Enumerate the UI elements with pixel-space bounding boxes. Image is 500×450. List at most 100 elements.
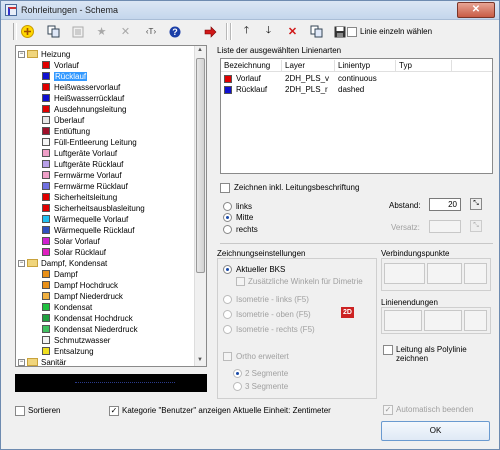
move-up-icon[interactable]: 🡑 (238, 23, 255, 40)
tree-item[interactable]: Dampf Niederdruck (42, 291, 123, 302)
tree-item[interactable]: Ausdehnungsleitung (42, 104, 127, 115)
tree-item[interactable]: Entsalzung (42, 346, 94, 357)
delete-icon[interactable]: ✕ (284, 23, 301, 40)
help-icon[interactable]: ? (166, 23, 183, 40)
scroll-thumb[interactable] (196, 58, 205, 273)
tree-item[interactable]: Schmutzwasser (42, 335, 110, 346)
tree-item-label: Dampf Niederdruck (54, 292, 123, 301)
scroll-down-icon[interactable]: ▼ (197, 357, 203, 363)
tree-item[interactable]: Luftgeräte Vorlauf (42, 148, 117, 159)
tree-category[interactable]: − Dampf, Kondensat (18, 258, 107, 269)
tree-item[interactable]: Kondensat Hochdruck (42, 313, 133, 324)
connection-settings-button (464, 263, 487, 284)
copy-icon[interactable] (45, 23, 62, 40)
tree-item[interactable]: Wärmequelle Vorlauf (42, 214, 128, 225)
tree-item[interactable]: Wärmequelle Rücklauf (42, 225, 134, 236)
iso-right-radio (223, 325, 232, 334)
tree-item[interactable]: Vorlauf (42, 60, 79, 71)
close-button[interactable]: ✕ (457, 2, 495, 18)
tree-scrollbar[interactable]: ▲ ▼ (194, 46, 206, 366)
color-swatch (42, 94, 50, 103)
tree-item[interactable]: Sicherheitsleitung (42, 192, 117, 203)
tree-item[interactable]: Solar Rücklauf (42, 247, 106, 258)
tree-category[interactable]: − Sanitär (18, 357, 66, 366)
add-icon[interactable] (19, 23, 36, 40)
text-offset-icon[interactable]: ‹T› (140, 23, 162, 40)
color-swatch (42, 281, 50, 290)
column-header[interactable]: Layer (285, 61, 305, 70)
line-end-end-button (424, 310, 462, 331)
table-cell-layer[interactable]: 2DH_PLS_r (285, 85, 328, 94)
column-header[interactable]: Linientyp (338, 61, 370, 70)
color-swatch (42, 193, 50, 202)
distance-label: Abstand: (389, 201, 421, 210)
drawing-settings-title: Zeichnungseinstellungen (217, 249, 306, 258)
tree-category[interactable]: − Heizung (18, 49, 70, 60)
tree-item-label: Überlauf (54, 116, 85, 125)
tree-item[interactable]: Überlauf (42, 115, 84, 126)
draw-with-labels-checkbox[interactable] (220, 183, 230, 193)
delete-disabled-icon: ✕ (120, 26, 131, 38)
seg3-radio (233, 382, 242, 391)
transfer-arrow-icon[interactable] (202, 23, 219, 40)
table-cell-name[interactable]: Vorlauf (236, 74, 261, 83)
table-cell-linetype[interactable]: continuous (338, 74, 377, 83)
tree-item[interactable]: Heißwasserrücklauf (42, 93, 124, 104)
table-cell-linetype[interactable]: dashed (338, 85, 364, 94)
color-swatch (42, 171, 50, 180)
line-single-checkbox[interactable] (347, 27, 357, 37)
window-title: Rohrleitungen - Schema (21, 5, 119, 15)
tree-item[interactable]: Dampf (42, 269, 78, 280)
folder-icon (27, 358, 38, 366)
current-bks-radio[interactable] (223, 265, 232, 274)
tree-item-label: Dampf (54, 270, 78, 279)
mode-2d-badge: 2D (341, 307, 354, 318)
table-cell-layer[interactable]: 2DH_PLS_v (285, 74, 329, 83)
scroll-up-icon[interactable]: ▲ (197, 47, 203, 53)
position-right-radio[interactable] (223, 225, 232, 234)
color-swatch (42, 237, 50, 246)
tree-item[interactable]: Heißwasservorlauf (42, 82, 120, 93)
tree-item[interactable]: Füll-Entleerung Leitung (42, 137, 137, 148)
table-cell-name[interactable]: Rücklauf (236, 85, 267, 94)
copy-list-icon[interactable] (308, 23, 325, 40)
tree-item[interactable]: Fernwärme Rücklauf (42, 181, 128, 192)
collapse-icon[interactable]: − (18, 358, 25, 366)
sort-checkbox[interactable] (15, 406, 25, 416)
sort-label: Sortieren (28, 406, 61, 415)
tree-item[interactable]: Fernwärme Vorlauf (42, 170, 122, 181)
column-header[interactable]: Typ (399, 61, 412, 70)
tree-item[interactable]: Kondensat (42, 302, 92, 313)
save-icon[interactable] (331, 23, 348, 40)
ok-button[interactable]: OK (381, 421, 490, 441)
position-middle-radio[interactable] (223, 213, 232, 222)
tree-item[interactable]: Kondensat Niederdruck (42, 324, 138, 335)
polyline-checkbox[interactable] (383, 345, 393, 355)
column-divider (281, 60, 282, 71)
tree-item-label: Luftgeräte Rücklauf (54, 160, 124, 169)
collapse-icon[interactable]: − (18, 259, 25, 267)
tree-item-label: Vorlauf (54, 61, 79, 70)
position-left-radio[interactable] (223, 202, 232, 211)
tree-item[interactable]: Luftgeräte Rücklauf (42, 159, 123, 170)
tree-item[interactable]: Dampf Hochdruck (42, 280, 118, 291)
tree-item-label: Heißwasserrücklauf (54, 94, 125, 103)
color-swatch (42, 72, 50, 81)
move-down-icon[interactable]: 🡓 (260, 23, 277, 40)
tree-item[interactable]: Solar Vorlauf (42, 236, 100, 247)
collapse-icon[interactable]: − (18, 50, 25, 58)
column-header[interactable]: Bezeichnung (224, 61, 270, 70)
tree-item[interactable]: Sicherheitsausblasleitung (42, 203, 145, 214)
category-checkbox[interactable]: ✓ (109, 406, 119, 416)
tree-item[interactable]: Rücklauf (42, 71, 88, 82)
offset-input (429, 220, 461, 233)
polyline-label: Leitung als Polylinie zeichnen (396, 345, 467, 363)
position-left-label: links (236, 202, 253, 211)
line-type-tree[interactable]: − Heizung Vorlauf Rücklauf Heißwasservorlauf… (15, 45, 207, 367)
distance-input[interactable]: 20 (429, 198, 461, 211)
color-swatch (42, 83, 50, 92)
selected-lines-table[interactable]: Bezeichnung Layer Linientyp Typ Vorlauf 2… (220, 58, 493, 174)
iso-top-radio (223, 310, 232, 319)
tree-item[interactable]: Entlüftung (42, 126, 90, 137)
distance-pick-icon[interactable]: ⤡ (470, 198, 482, 210)
